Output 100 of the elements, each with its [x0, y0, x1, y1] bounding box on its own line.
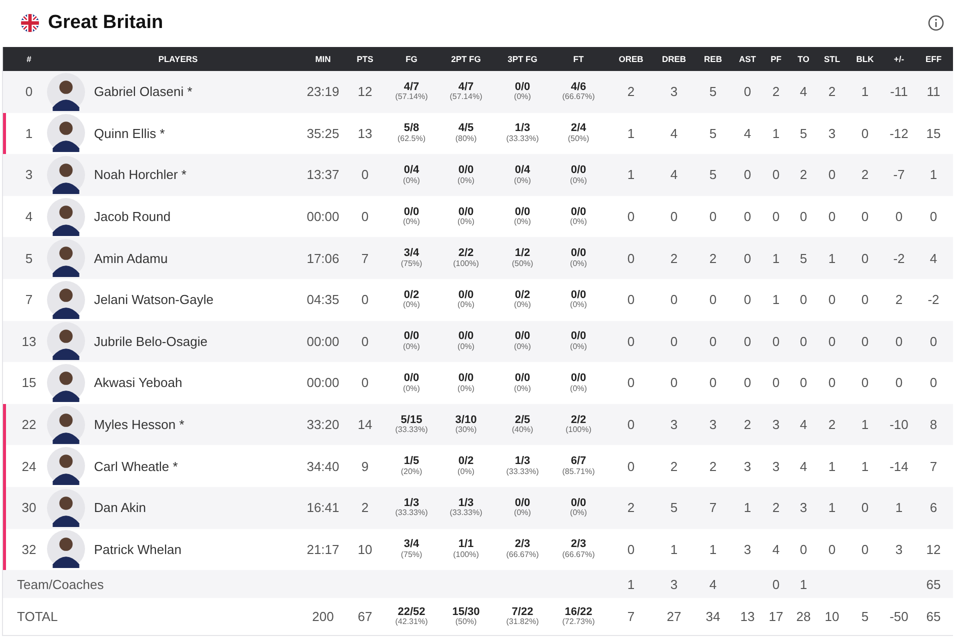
table-cell-text: 3	[771, 458, 781, 474]
shots-made: 1/3	[514, 456, 530, 468]
column-header: MIN	[314, 54, 332, 64]
shot-percentage: (57.14%)	[395, 93, 428, 102]
player-name[interactable]: Patrick Whelan	[94, 542, 182, 557]
player-number: 7	[24, 292, 34, 308]
shot-percentage: (66.67%)	[506, 550, 539, 560]
table-cell-text: 1	[669, 542, 679, 557]
table-cell-text: 0	[827, 334, 837, 349]
player-name[interactable]: Carl Wheatle *	[94, 458, 178, 474]
avatar	[47, 406, 85, 444]
shots-made: 0/0	[514, 331, 530, 343]
shots-made: 0/0	[458, 290, 474, 301]
player-name[interactable]: Jelani Watson-Gayle	[94, 292, 214, 308]
table-cell-text: 2	[827, 417, 837, 432]
player-name[interactable]: Jacob Round	[94, 209, 171, 224]
table-cell-text: -50	[888, 609, 910, 624]
table-cell-text: 17	[768, 609, 784, 624]
column-header: OREB	[618, 54, 644, 64]
table-cell-text: 65	[925, 609, 942, 624]
table-cell-text: 0	[360, 375, 370, 390]
player-name[interactable]: Jubrile Belo-Osagie	[94, 334, 208, 349]
player-name[interactable]: Noah Horchler *	[94, 167, 186, 182]
shots-made: 1/3	[514, 123, 530, 135]
shot-percentage: (50%)	[455, 618, 477, 627]
shots-made: 0/2	[514, 290, 530, 301]
shot-percentage: (0%)	[403, 176, 420, 185]
table-cell-text: 0	[708, 292, 718, 308]
table-cell-text: 0	[360, 292, 370, 308]
player-number: 4	[24, 209, 34, 224]
shot-percentage: (0%)	[570, 301, 587, 310]
shot-percentage: (66.67%)	[562, 93, 595, 102]
table-cell-text: 0	[742, 167, 752, 182]
table-cell-text: 2	[626, 84, 636, 100]
table-cell-text: 3	[669, 417, 679, 432]
shot-percentage: (62.5%)	[397, 134, 426, 144]
info-icon[interactable]	[928, 15, 944, 31]
table-cell-text: 0	[742, 375, 752, 390]
table-cell-text: -2	[926, 292, 940, 308]
shots-made: 7/22	[512, 606, 534, 618]
player-name[interactable]: Gabriel Olaseni *	[94, 84, 192, 100]
table-cell-text: 6	[928, 500, 938, 516]
table-cell-text: 2	[742, 417, 752, 432]
shots-made: 0/2	[404, 290, 420, 301]
shot-percentage: (50%)	[512, 260, 534, 268]
table-cell-text: 2	[771, 84, 781, 100]
table-cell-text: 65	[925, 576, 942, 592]
shot-percentage: (85.71%)	[562, 468, 595, 476]
table-cell-text: 0	[360, 167, 370, 182]
table-cell-text: 5	[708, 167, 718, 182]
player-name[interactable]: Myles Hesson *	[94, 417, 184, 432]
table-cell-text: 0	[894, 334, 904, 349]
avatar	[47, 447, 85, 486]
table-cell-text: 5	[708, 84, 718, 100]
shot-percentage: (75%)	[400, 550, 422, 560]
table-cell-text: 1	[860, 84, 870, 100]
shots-made: 0/0	[404, 206, 420, 218]
table-cell-text: 0	[626, 375, 636, 390]
table-cell-text: 35:25	[306, 126, 340, 141]
table-cell-text: 0	[928, 209, 938, 224]
player-number: 5	[24, 250, 34, 266]
table-cell-text: 00:00	[306, 334, 340, 349]
table-cell-text: 4	[798, 84, 808, 100]
shots-made: 0/0	[514, 206, 530, 218]
table-cell-text: 2	[894, 292, 904, 308]
table-cell-text: 1	[798, 576, 808, 592]
player-name[interactable]: Akwasi Yeboah	[94, 375, 182, 390]
table-cell-text: 1	[742, 500, 752, 516]
shots-made: 0/0	[458, 331, 474, 343]
table-cell-text: 0	[860, 126, 870, 141]
table-cell-text: 4	[742, 126, 752, 141]
table-cell-text: 2	[708, 250, 718, 266]
shots-made: 0/0	[570, 206, 586, 218]
shots-made: 0/0	[458, 372, 474, 385]
table-cell-text: 3	[742, 542, 752, 557]
table-cell-text: 4	[928, 250, 938, 266]
column-header: FG	[404, 54, 418, 64]
avatar	[47, 156, 85, 194]
table-cell-text: 0	[860, 542, 870, 557]
table-cell-text: 7	[708, 500, 718, 516]
player-name[interactable]: Amin Adamu	[94, 250, 168, 266]
table-cell-text: 0	[827, 542, 837, 557]
shot-percentage: (0%)	[458, 342, 474, 352]
shot-percentage: (80%)	[455, 134, 477, 144]
table-cell-text: 5	[708, 126, 718, 141]
table-cell-text: 9	[360, 458, 370, 474]
table-cell-text: 04:35	[306, 292, 340, 308]
player-name[interactable]: Quinn Ellis *	[94, 126, 165, 141]
avatar	[47, 198, 85, 236]
shot-percentage: (0%)	[458, 176, 474, 185]
table-cell-text: 1	[860, 417, 870, 432]
table-cell-text: 0	[626, 334, 636, 349]
player-number: 0	[24, 84, 34, 100]
shots-made: 4/7	[404, 82, 420, 93]
player-number: 13	[20, 334, 38, 349]
table-cell-text: 4	[708, 576, 718, 592]
player-number: 1	[24, 126, 34, 141]
player-name[interactable]: Dan Akin	[94, 500, 146, 516]
avatar	[47, 239, 85, 278]
shots-made: 0/0	[570, 290, 586, 301]
